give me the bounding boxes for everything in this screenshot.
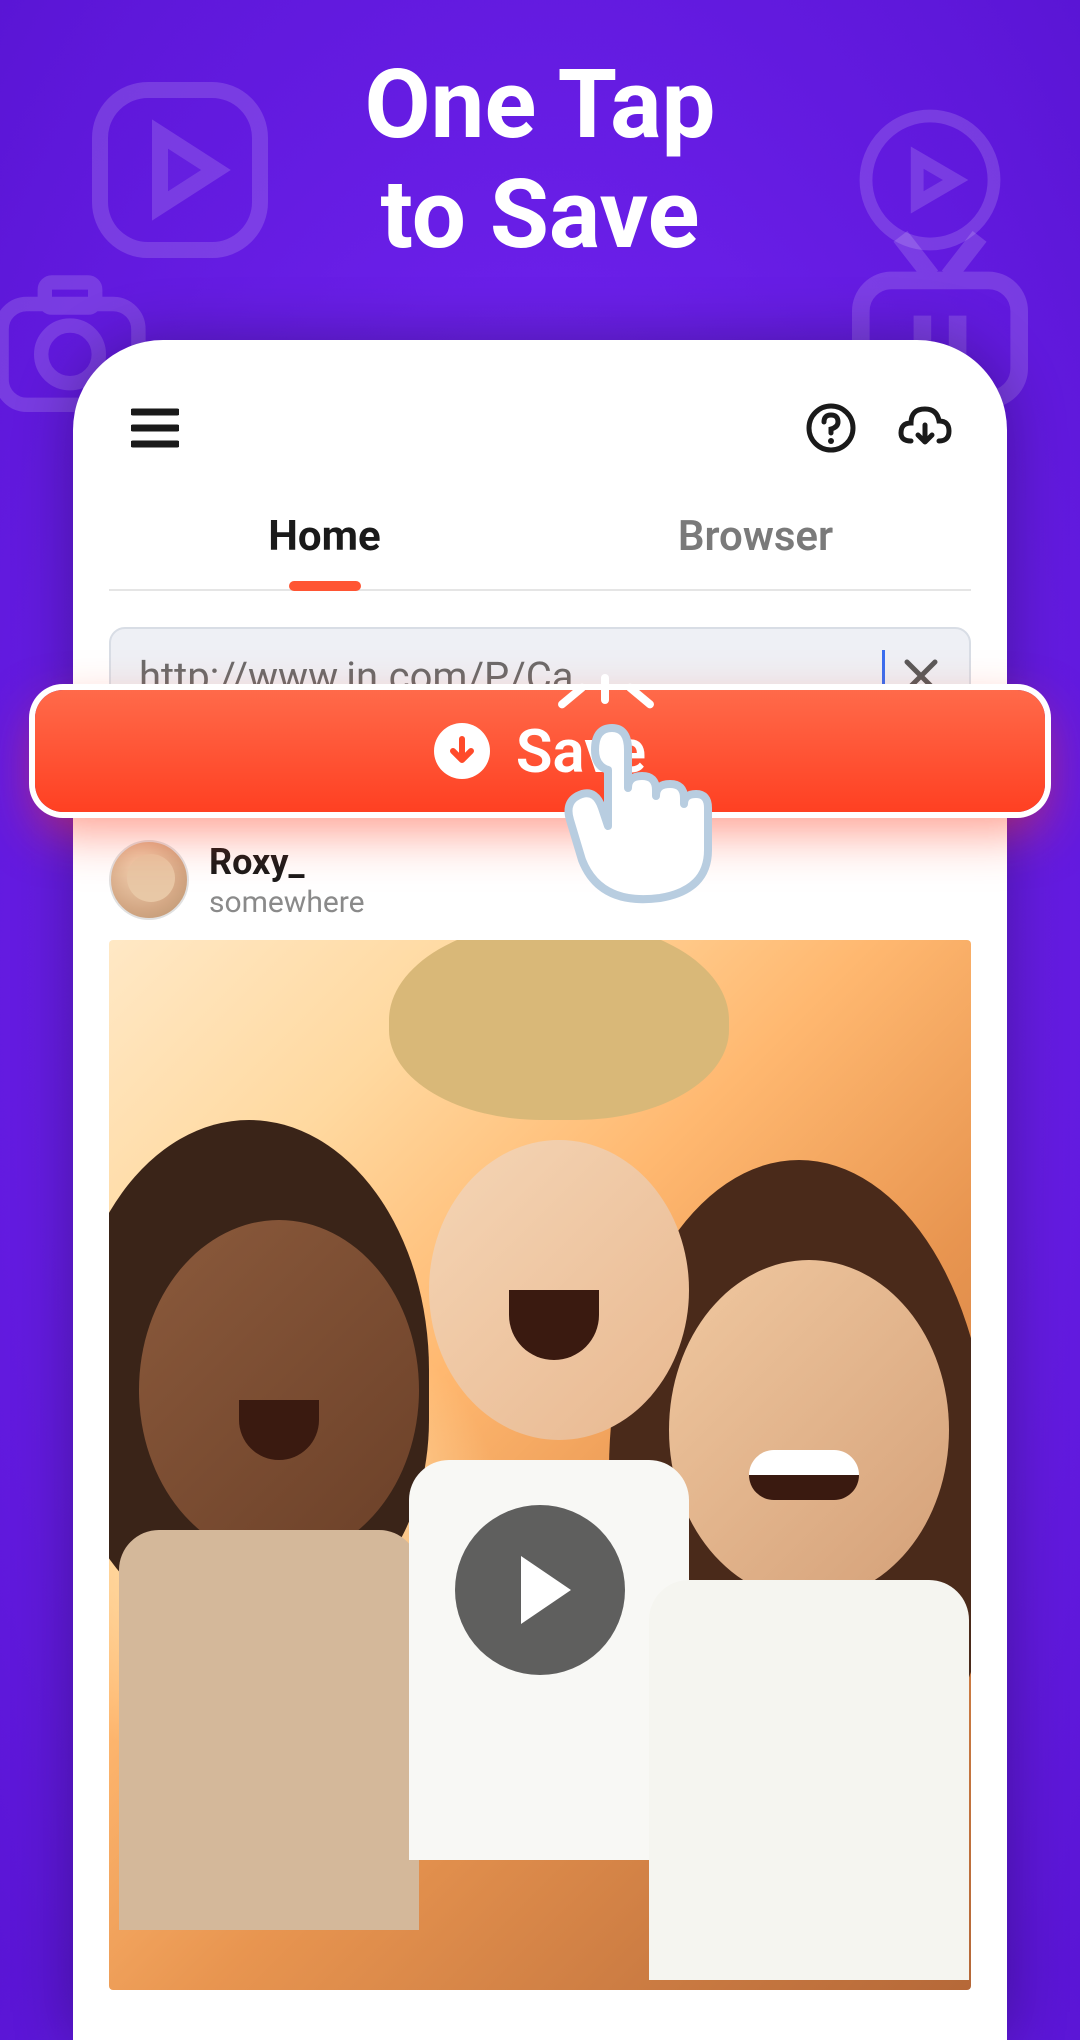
cloud-download-button[interactable] [897, 400, 953, 456]
menu-icon [131, 408, 179, 448]
app-topbar [109, 400, 971, 456]
tabs: Home Browser [109, 512, 971, 591]
headline-line2: to Save [0, 160, 1080, 270]
post-username[interactable]: Roxy_ [209, 841, 365, 883]
cloud-download-icon [897, 403, 953, 453]
post-location: somewhere [209, 885, 365, 920]
help-icon [806, 403, 856, 453]
play-icon [521, 1556, 571, 1624]
headline: One Tap to Save [0, 50, 1080, 271]
post: Roxy_ somewhere [109, 830, 971, 1990]
play-button[interactable] [455, 1505, 625, 1675]
help-button[interactable] [803, 400, 859, 456]
download-circle-icon [434, 723, 490, 779]
phone-mockup: Home Browser http://www.in.com/P/Ca... R… [73, 340, 1007, 2040]
hand-cursor-icon [540, 710, 740, 940]
menu-button[interactable] [127, 400, 183, 456]
video-thumbnail[interactable] [109, 940, 971, 1990]
headline-line1: One Tap [0, 50, 1080, 160]
thumbnail-image [109, 940, 971, 1990]
tab-browser[interactable]: Browser [540, 512, 971, 589]
avatar[interactable] [109, 840, 189, 920]
tab-home[interactable]: Home [109, 512, 540, 589]
